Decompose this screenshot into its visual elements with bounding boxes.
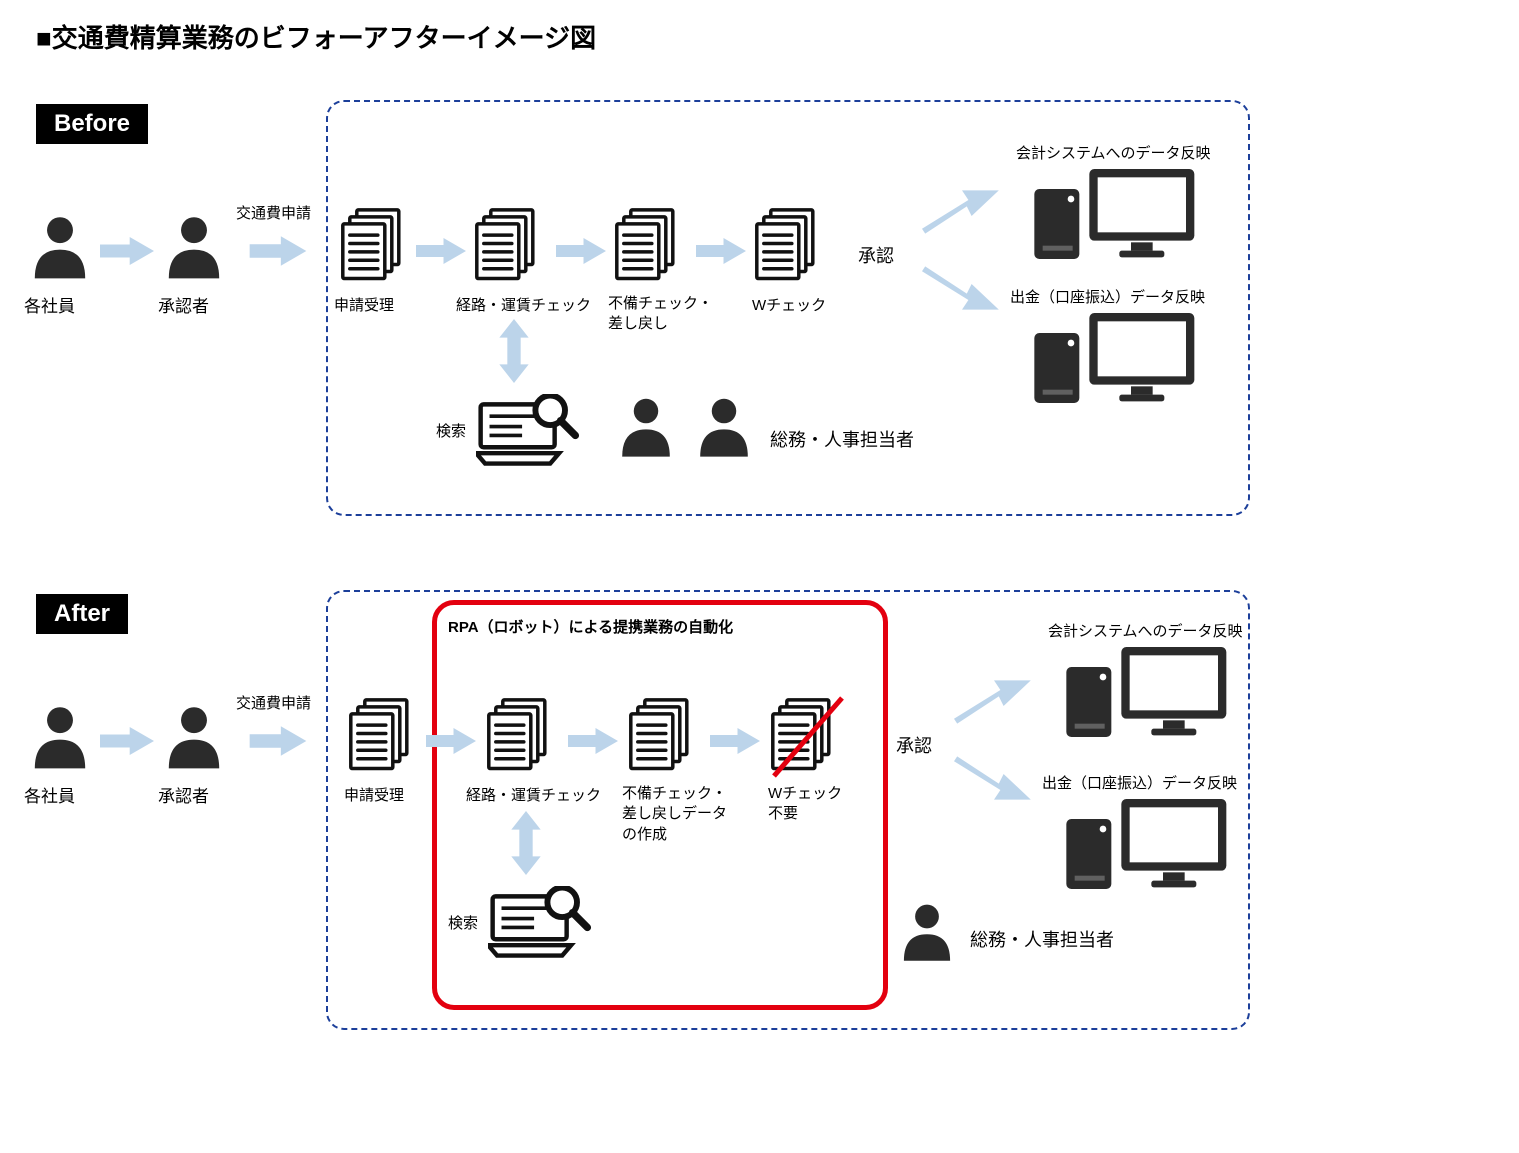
arrow-right-icon bbox=[556, 234, 606, 268]
arrow-upright-icon bbox=[918, 184, 1006, 240]
documents-icon bbox=[614, 208, 684, 286]
label-hr: 総務・人事担当者 bbox=[770, 426, 914, 452]
label-accepted: 申請受理 bbox=[334, 294, 394, 315]
person-staff-icon bbox=[894, 898, 960, 964]
label-wcheck: Wチェック bbox=[752, 294, 826, 315]
label-payout: 出金（口座振込）データ反映 bbox=[1010, 286, 1205, 307]
label-routefare: 経路・運賃チェック bbox=[466, 784, 601, 805]
badge-before: Before bbox=[36, 104, 148, 144]
arrow-right-icon bbox=[416, 234, 466, 268]
arrow-right-icon bbox=[568, 724, 618, 758]
documents-icon bbox=[474, 208, 544, 286]
label-defect: 不備チェック・ 差し戻し bbox=[608, 294, 713, 335]
arrow-right-icon bbox=[100, 234, 154, 268]
documents-icon bbox=[486, 698, 556, 776]
person-approver-icon bbox=[158, 700, 230, 772]
badge-after: After bbox=[36, 594, 128, 634]
documents-icon bbox=[340, 208, 410, 286]
arrow-right-icon bbox=[710, 724, 760, 758]
arrow-upright-icon bbox=[950, 674, 1038, 730]
person-staff-icon bbox=[690, 392, 758, 460]
documents-icon bbox=[754, 208, 824, 286]
person-approver-icon bbox=[158, 210, 230, 282]
computer-icon bbox=[1030, 164, 1202, 264]
arrow-right-icon bbox=[236, 234, 320, 268]
arrow-updown-icon bbox=[506, 808, 546, 878]
computer-icon bbox=[1062, 642, 1234, 742]
label-application: 交通費申請 bbox=[236, 692, 311, 713]
documents-icon bbox=[628, 698, 698, 776]
person-staff-icon bbox=[612, 392, 680, 460]
person-employee-icon bbox=[24, 210, 96, 282]
arrow-downright-icon bbox=[918, 260, 1006, 316]
label-payout: 出金（口座振込）データ反映 bbox=[1042, 772, 1237, 793]
arrow-right-icon bbox=[696, 234, 746, 268]
arrow-right-icon bbox=[100, 724, 154, 758]
arrow-right-icon bbox=[236, 724, 320, 758]
documents-icon bbox=[348, 698, 418, 776]
label-acct: 会計システムへのデータ反映 bbox=[1048, 620, 1243, 641]
page-title: ■交通費精算業務のビフォーアフターイメージ図 bbox=[36, 18, 1483, 55]
arrow-downright-icon bbox=[950, 750, 1038, 806]
arrow-right-icon bbox=[426, 724, 476, 758]
label-defectdata: 不備チェック・ 差し戻しデータ の作成 bbox=[622, 784, 727, 845]
computer-icon bbox=[1030, 308, 1202, 408]
label-employee: 各社員 bbox=[24, 782, 75, 807]
label-search: 検索 bbox=[436, 420, 466, 441]
search-icon bbox=[488, 886, 592, 960]
label-approval: 承認 bbox=[858, 242, 894, 268]
person-employee-icon bbox=[24, 700, 96, 772]
label-rpa-title: RPA（ロボット）による提携業務の自動化 bbox=[448, 616, 733, 637]
label-application: 交通費申請 bbox=[236, 202, 311, 223]
label-approval: 承認 bbox=[896, 732, 932, 758]
label-wcheck-no: Wチェック 不要 bbox=[768, 784, 842, 825]
arrow-updown-icon bbox=[494, 316, 534, 386]
label-search: 検索 bbox=[448, 912, 478, 933]
label-hr: 総務・人事担当者 bbox=[970, 926, 1114, 952]
label-acct: 会計システムへのデータ反映 bbox=[1016, 142, 1211, 163]
search-icon bbox=[476, 394, 580, 468]
label-accepted: 申請受理 bbox=[344, 784, 404, 805]
computer-icon bbox=[1062, 794, 1234, 894]
label-approver: 承認者 bbox=[158, 782, 209, 807]
crossout-icon bbox=[766, 692, 850, 784]
label-routefare: 経路・運賃チェック bbox=[456, 294, 591, 315]
label-approver: 承認者 bbox=[158, 292, 209, 317]
label-employee: 各社員 bbox=[24, 292, 75, 317]
